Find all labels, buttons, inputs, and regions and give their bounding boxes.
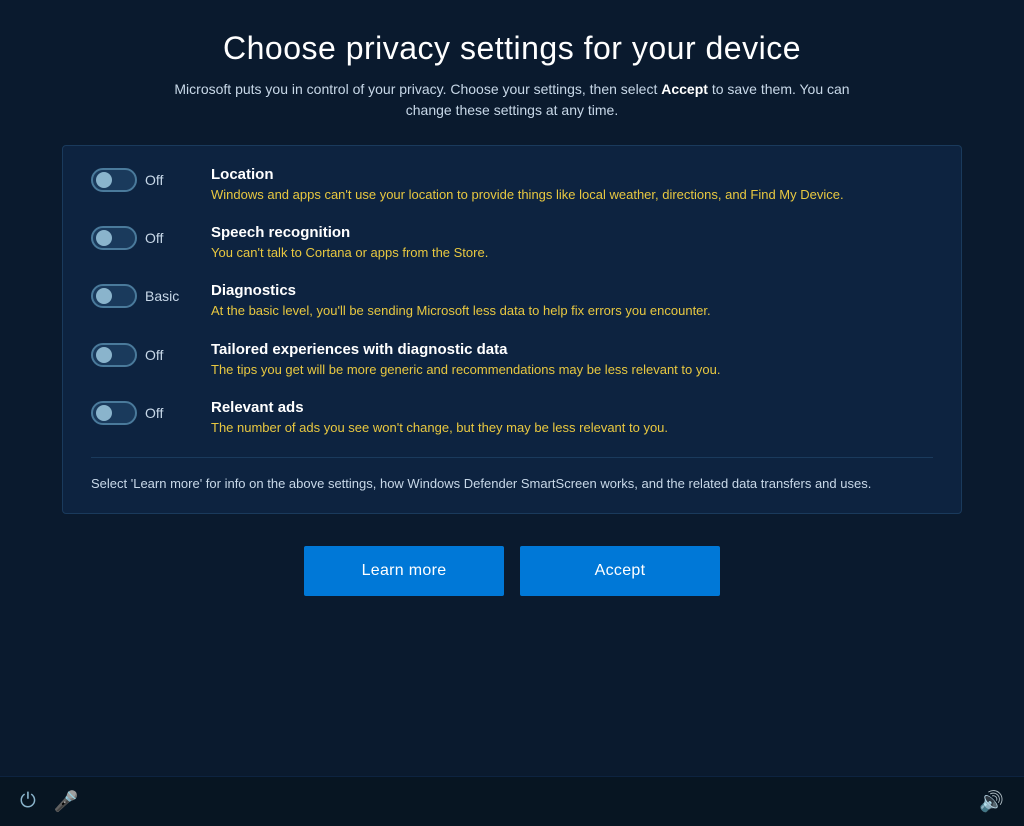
info-text: Select 'Learn more' for info on the abov… <box>91 457 933 494</box>
setting-content-location: Location Windows and apps can't use your… <box>211 166 933 204</box>
taskbar-left: ⏻ 🎤 <box>20 789 79 814</box>
setting-content-speech: Speech recognition You can't talk to Cor… <box>211 224 933 262</box>
toggle-ads[interactable] <box>91 401 137 425</box>
page-subtitle: Microsoft puts you in control of your pr… <box>172 79 852 121</box>
setting-row-ads: Off Relevant ads The number of ads you s… <box>91 399 933 437</box>
setting-desc-tailored: The tips you get will be more generic an… <box>211 361 933 379</box>
toggle-label-location: Off <box>145 172 183 188</box>
setting-desc-speech: You can't talk to Cortana or apps from t… <box>211 244 933 262</box>
subtitle-bold: Accept <box>661 81 708 97</box>
toggle-group-ads: Off <box>91 401 201 425</box>
taskbar-right: 🔊 <box>979 789 1004 814</box>
setting-name-speech: Speech recognition <box>211 224 933 241</box>
toggle-knob-diagnostics <box>96 288 112 304</box>
microphone-icon[interactable]: 🎤 <box>54 789 79 814</box>
setting-name-diagnostics: Diagnostics <box>211 282 933 299</box>
setting-name-tailored: Tailored experiences with diagnostic dat… <box>211 341 933 358</box>
setting-row-location: Off Location Windows and apps can't use … <box>91 166 933 204</box>
toggle-knob-speech <box>96 230 112 246</box>
toggle-label-ads: Off <box>145 405 183 421</box>
toggle-location[interactable] <box>91 168 137 192</box>
settings-panel: Off Location Windows and apps can't use … <box>62 145 962 514</box>
toggle-speech[interactable] <box>91 226 137 250</box>
toggle-group-location: Off <box>91 168 201 192</box>
setting-name-ads: Relevant ads <box>211 399 933 416</box>
toggle-label-tailored: Off <box>145 347 183 363</box>
toggle-label-diagnostics: Basic <box>145 288 183 304</box>
toggle-group-tailored: Off <box>91 343 201 367</box>
setting-content-ads: Relevant ads The number of ads you see w… <box>211 399 933 437</box>
setting-desc-location: Windows and apps can't use your location… <box>211 186 933 204</box>
subtitle-prefix: Microsoft puts you in control of your pr… <box>174 81 661 97</box>
volume-icon[interactable]: 🔊 <box>979 791 1004 813</box>
setting-row-diagnostics: Basic Diagnostics At the basic level, yo… <box>91 282 933 320</box>
learn-more-button[interactable]: Learn more <box>304 546 504 596</box>
power-icon[interactable]: ⏻ <box>20 790 36 813</box>
toggle-knob-ads <box>96 405 112 421</box>
main-content: Choose privacy settings for your device … <box>0 0 1024 776</box>
setting-desc-ads: The number of ads you see won't change, … <box>211 419 933 437</box>
toggle-group-diagnostics: Basic <box>91 284 201 308</box>
setting-row-speech: Off Speech recognition You can't talk to… <box>91 224 933 262</box>
toggle-knob-tailored <box>96 347 112 363</box>
setting-desc-diagnostics: At the basic level, you'll be sending Mi… <box>211 302 933 320</box>
toggle-group-speech: Off <box>91 226 201 250</box>
setting-content-diagnostics: Diagnostics At the basic level, you'll b… <box>211 282 933 320</box>
accept-button[interactable]: Accept <box>520 546 720 596</box>
setting-name-location: Location <box>211 166 933 183</box>
toggle-diagnostics[interactable] <box>91 284 137 308</box>
toggle-label-speech: Off <box>145 230 183 246</box>
setting-row-tailored: Off Tailored experiences with diagnostic… <box>91 341 933 379</box>
toggle-tailored[interactable] <box>91 343 137 367</box>
taskbar: ⏻ 🎤 🔊 <box>0 776 1024 826</box>
page-title: Choose privacy settings for your device <box>223 30 801 67</box>
setting-content-tailored: Tailored experiences with diagnostic dat… <box>211 341 933 379</box>
button-row: Learn more Accept <box>304 546 720 596</box>
toggle-knob-location <box>96 172 112 188</box>
